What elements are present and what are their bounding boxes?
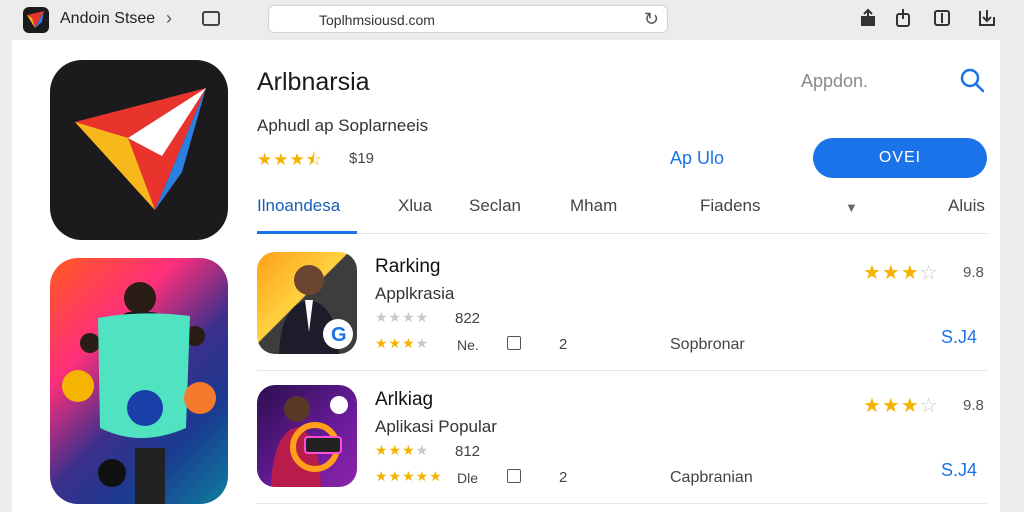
row-count: 822 (455, 310, 481, 327)
tab-bar: Ilnoandesa Xlua Seclan Mham Fiadens ▼ Al… (257, 194, 987, 234)
row-developer: Capbranian (670, 469, 753, 486)
app-subtitle: Aphudl ap Soplarneeis (257, 116, 429, 135)
reload-icon[interactable]: ↻ (644, 9, 659, 30)
app-label-right: Appdon. (801, 71, 869, 91)
tab-3[interactable]: Mham (570, 196, 617, 216)
list-item[interactable]: Arlkiag Aplikasi Popular ★★★★ 812 ★★★★★ … (257, 385, 987, 503)
app-logo-icon[interactable] (22, 6, 50, 34)
feature-artwork[interactable] (50, 258, 228, 504)
address-bar[interactable]: Toplhmsiousd.com ↻ (268, 5, 668, 33)
row-rating: 9.8 (963, 264, 984, 281)
row-price[interactable]: S.J4 (941, 460, 977, 481)
app-rating-stars: ★★★⯪ (257, 150, 323, 169)
app-thumbnail: G (257, 252, 357, 354)
row-rating-stars: ★★★☆ (863, 395, 939, 417)
list-item[interactable]: G Rarking Applkrasia ★★★★ 822 ★★★★ Ne. 2… (257, 252, 987, 370)
feature-illustration-icon (62, 282, 216, 504)
row-downloads: 2 (559, 336, 568, 353)
download-icon[interactable] (507, 336, 521, 350)
upload-icon[interactable] (893, 8, 913, 28)
row-subtitle: Aplikasi Popular (375, 417, 497, 436)
chevron-right-icon[interactable]: › (166, 8, 172, 29)
row-stars: ★★★★ (375, 309, 430, 325)
row-subtitle: Applkrasia (375, 284, 455, 303)
row-divider (257, 503, 987, 504)
row-stars: ★★★★ (375, 442, 430, 458)
browser-toolbar: Andoin Stsee › Toplhmsiousd.com ↻ (0, 0, 1024, 40)
app-title: Arlbnarsia (257, 68, 370, 96)
row-developer: Sopbronar (670, 336, 745, 353)
download-icon[interactable] (977, 8, 997, 28)
address-text: Toplhmsiousd.com (319, 12, 435, 28)
app-price: $19 (349, 150, 375, 167)
row-price[interactable]: S.J4 (941, 327, 977, 348)
app-logo-large-icon (75, 88, 206, 210)
app-name: Andoin Stsee (60, 10, 156, 27)
row-tag: Ne. (457, 337, 479, 353)
svg-text:G: G (331, 324, 347, 346)
row-count: 812 (455, 443, 481, 460)
person-icon (271, 396, 348, 487)
row-downloads: 2 (559, 469, 568, 486)
app-icon-large[interactable] (50, 60, 228, 240)
row-tag: Dle (457, 470, 479, 486)
row-divider (257, 370, 987, 371)
row-stars-secondary: ★★★★ (375, 335, 430, 351)
tab-0[interactable]: Ilnoandesa (257, 196, 340, 216)
tab-1[interactable]: Xlua (398, 196, 432, 216)
row-title: Arlkiag (375, 389, 434, 410)
person-icon: G (279, 265, 353, 354)
row-rating-stars: ★★★☆ (863, 262, 939, 284)
tab-5[interactable]: Aluis (948, 196, 985, 216)
tab-active-indicator (257, 231, 357, 234)
chevron-down-icon[interactable]: ▼ (845, 200, 858, 215)
download-icon[interactable] (507, 469, 521, 483)
sidebar-icon[interactable] (202, 11, 220, 26)
tab-2[interactable]: Seclan (469, 196, 521, 216)
search-icon[interactable] (958, 66, 986, 94)
app-info-link[interactable]: Ap Ulo (670, 148, 724, 169)
get-button[interactable]: OVEI (813, 138, 987, 178)
row-stars-secondary: ★★★★★ (375, 468, 443, 484)
share-icon[interactable] (858, 8, 878, 28)
book-icon[interactable] (932, 8, 952, 28)
row-rating: 9.8 (963, 397, 984, 414)
tab-4[interactable]: Fiadens (700, 196, 760, 216)
app-thumbnail (257, 385, 357, 487)
row-title: Rarking (375, 256, 441, 277)
